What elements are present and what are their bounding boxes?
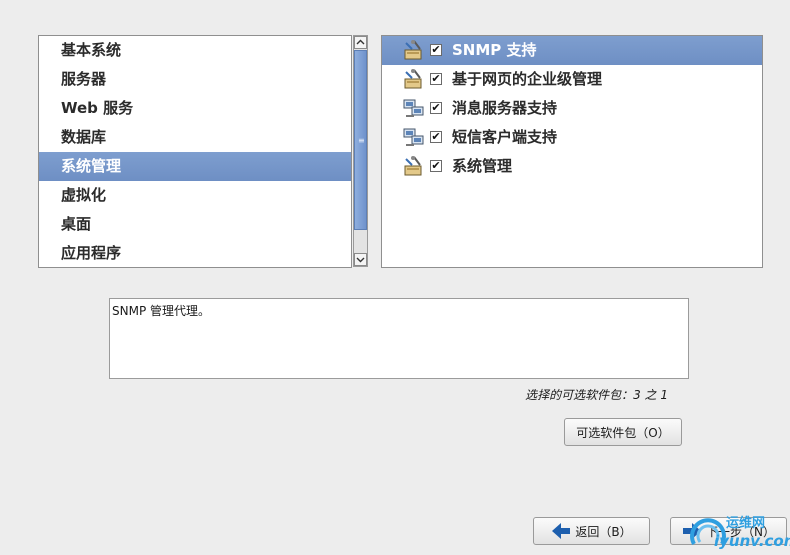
package-checkbox[interactable]: ✔ [430, 131, 442, 143]
watermark-en: iyunv.com [714, 532, 790, 550]
grip-icon: ≡ [358, 136, 365, 145]
package-label: 基于网页的企业级管理 [452, 70, 603, 88]
arrow-left-icon [552, 523, 571, 539]
back-label: 返回（B） [575, 524, 632, 539]
category-item[interactable]: 应用程序 [39, 239, 351, 267]
package-row[interactable]: ✔ SNMP 支持 [382, 36, 762, 65]
package-row[interactable]: ✔ 短信客户端支持 [382, 123, 762, 152]
package-checkbox[interactable]: ✔ [430, 44, 442, 56]
package-label: 短信客户端支持 [452, 128, 558, 146]
network-server-icon [403, 128, 424, 146]
package-row[interactable]: ✔ 消息服务器支持 [382, 94, 762, 123]
network-server-icon [403, 99, 424, 117]
watermark: 运维网 iyunv.com [688, 510, 790, 555]
chevron-up-icon [356, 39, 365, 45]
optional-packages-label: 可选软件包（O） [576, 425, 670, 440]
scroll-thumb[interactable]: ≡ [354, 50, 367, 230]
package-label: SNMP 支持 [452, 41, 537, 59]
package-checkbox[interactable]: ✔ [430, 102, 442, 114]
package-label: 消息服务器支持 [452, 99, 558, 117]
package-description: SNMP 管理代理。 [109, 298, 689, 379]
category-item[interactable]: 桌面 [39, 210, 351, 239]
category-item[interactable]: 数据库 [39, 123, 351, 152]
category-item[interactable]: 虚拟化 [39, 181, 351, 210]
category-scrollbar[interactable]: ≡ [353, 35, 368, 267]
category-item[interactable]: 基本系统 [39, 36, 351, 65]
package-list[interactable]: ✔ SNMP 支持 ✔ 基于网页的企业级管理 ✔ 消息服务器支持 ✔ 短信客户端… [381, 35, 763, 268]
back-button[interactable]: 返回（B） [533, 517, 650, 545]
package-row[interactable]: ✔ 基于网页的企业级管理 [382, 65, 762, 94]
admin-tools-icon [404, 156, 422, 176]
package-checkbox[interactable]: ✔ [430, 73, 442, 85]
category-list[interactable]: 基本系统 服务器 Web 服务 数据库 系统管理 虚拟化 桌面 应用程序 [38, 35, 352, 268]
category-item[interactable]: 服务器 [39, 65, 351, 94]
admin-tools-icon [404, 69, 422, 89]
package-checkbox[interactable]: ✔ [430, 160, 442, 172]
optional-packages-button[interactable]: 可选软件包（O） [564, 418, 682, 446]
scroll-down-button[interactable] [354, 253, 367, 266]
selection-status: 选择的可选软件包：3 之 1 [525, 388, 668, 402]
package-label: 系统管理 [452, 157, 513, 175]
admin-tools-icon [404, 40, 422, 60]
package-row[interactable]: ✔ 系统管理 [382, 152, 762, 181]
scroll-up-button[interactable] [354, 36, 367, 49]
watermark-cn: 运维网 [726, 516, 766, 531]
category-item[interactable]: Web 服务 [39, 94, 351, 123]
category-item-selected[interactable]: 系统管理 [39, 152, 351, 181]
chevron-down-icon [356, 257, 365, 263]
